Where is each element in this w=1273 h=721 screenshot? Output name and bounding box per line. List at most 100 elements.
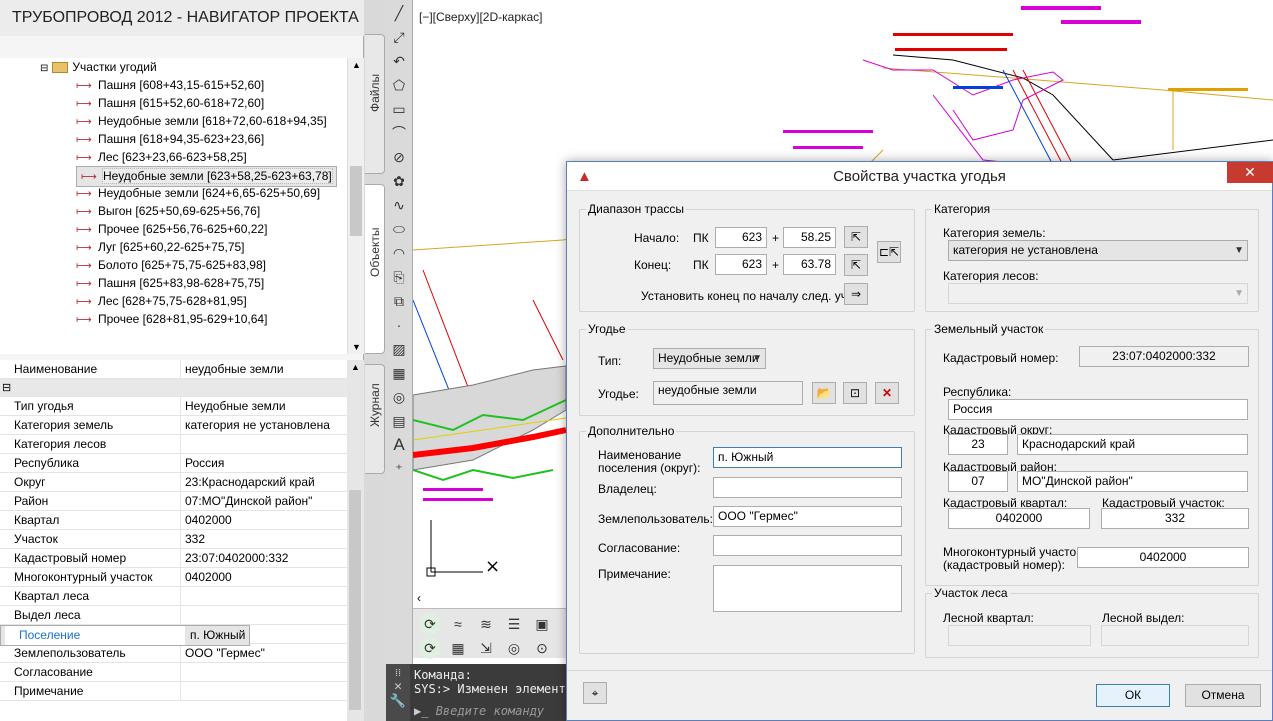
- properties-scrollbar[interactable]: ▲: [347, 360, 364, 721]
- region-name-input[interactable]: МО"Динской район": [1017, 471, 1248, 492]
- property-value[interactable]: 0402000: [181, 511, 347, 529]
- report-icon[interactable]: ▣: [531, 613, 553, 635]
- tab-objects[interactable]: Объекты: [365, 184, 385, 354]
- start-pk-input[interactable]: 623: [715, 227, 767, 248]
- tree-scroll-thumb[interactable]: [350, 166, 362, 236]
- property-value[interactable]: ООО "Гермес": [181, 644, 347, 662]
- pick-start-button[interactable]: ⇱: [844, 226, 868, 248]
- table-icon[interactable]: ▤: [388, 410, 410, 432]
- property-value[interactable]: 23:Краснодарский край: [181, 473, 347, 491]
- rectangle-icon[interactable]: ▭: [388, 98, 410, 120]
- start-plus-input[interactable]: 58.25: [783, 227, 836, 248]
- collapse-icon[interactable]: ⊟: [40, 63, 48, 74]
- collapse-icon[interactable]: ⊟: [0, 379, 11, 396]
- target-icon[interactable]: ◎: [503, 637, 525, 659]
- cadastral-quarter-input[interactable]: 0402000: [948, 508, 1090, 529]
- end-plus-input[interactable]: 63.78: [783, 254, 836, 275]
- revcloud-icon[interactable]: ✿: [388, 170, 410, 192]
- land-user-input[interactable]: ООО "Гермес": [713, 506, 902, 527]
- district-code-input[interactable]: 23: [948, 434, 1008, 455]
- land-name-field[interactable]: неудобные земли: [653, 381, 803, 405]
- owner-input[interactable]: [713, 477, 902, 498]
- property-row[interactable]: Категория земель категория не установлена: [0, 416, 347, 435]
- settings-icon[interactable]: ⊙: [531, 637, 553, 659]
- grip-icon[interactable]: ⁞⁞: [386, 666, 410, 679]
- wrench-icon[interactable]: 🔧: [386, 694, 410, 709]
- pick-range-button[interactable]: ⊏⇱: [877, 241, 901, 263]
- layers-icon[interactable]: ☰: [503, 613, 525, 635]
- circle-icon[interactable]: ⊘: [388, 146, 410, 168]
- note-textarea[interactable]: [713, 565, 902, 612]
- property-value[interactable]: п. Южный: [186, 626, 245, 645]
- property-row[interactable]: Тип угодья Неудобные земли: [0, 397, 347, 416]
- forest-section-input[interactable]: [1101, 625, 1249, 646]
- tree-item[interactable]: ⟼ Болото [625+75,75-625+83,98]: [76, 256, 347, 274]
- property-row[interactable]: Многоконтурный участок 0402000: [0, 568, 347, 587]
- forest-category-select[interactable]: ▼: [948, 283, 1248, 304]
- tab-files[interactable]: Файлы: [365, 34, 385, 174]
- property-row[interactable]: Землепользователь ООО "Гермес": [0, 644, 347, 663]
- property-section[interactable]: ⊟: [0, 379, 347, 397]
- command-input[interactable]: ▶_ Введите команду: [414, 704, 544, 718]
- cadastral-lot-input[interactable]: 332: [1101, 508, 1249, 529]
- property-value[interactable]: 0402000: [181, 568, 347, 586]
- property-row[interactable]: Примечание: [0, 682, 347, 701]
- property-row[interactable]: Квартал 0402000: [0, 511, 347, 530]
- property-row[interactable]: Участок 332: [0, 530, 347, 549]
- property-row[interactable]: Выдел леса: [0, 606, 347, 625]
- cancel-button[interactable]: Отмена: [1185, 684, 1261, 707]
- tree-folder-land-plots[interactable]: ⊟ Участки угодий: [0, 58, 347, 76]
- open-folder-button[interactable]: 📂: [812, 382, 836, 404]
- tree-item[interactable]: ⟼ Неудобные земли [618+72,60-618+94,35]: [76, 112, 347, 130]
- property-value[interactable]: 07:МО"Динской район": [181, 492, 347, 510]
- tab-journal[interactable]: Журнал: [365, 364, 385, 474]
- settlement-input[interactable]: п. Южный: [713, 447, 902, 468]
- polygon-icon[interactable]: ⬠: [388, 74, 410, 96]
- make-block-icon[interactable]: ⧉: [388, 290, 410, 312]
- ellipse-arc-icon[interactable]: ◠: [388, 242, 410, 264]
- hatch-icon[interactable]: ▨: [388, 338, 410, 360]
- property-row[interactable]: Кадастровый номер 23:07:0402000:332: [0, 549, 347, 568]
- tree-item[interactable]: ⟼ Прочее [625+56,76-625+60,22]: [76, 220, 347, 238]
- route-edit-icon[interactable]: ≋: [475, 613, 497, 635]
- text-icon[interactable]: A: [388, 434, 410, 456]
- republic-input[interactable]: Россия: [948, 399, 1248, 420]
- select-object-button[interactable]: ⊡: [843, 382, 867, 404]
- point-icon[interactable]: ·: [388, 314, 410, 336]
- tree-item[interactable]: ⟼ Лес [628+75,75-628+81,95]: [76, 292, 347, 310]
- add-selected-icon[interactable]: ⁺: [388, 458, 410, 480]
- land-type-select[interactable]: Неудобные земли ▼: [653, 348, 766, 369]
- close-icon[interactable]: ✕: [386, 679, 410, 694]
- export-icon[interactable]: ⇲: [475, 637, 497, 659]
- property-row[interactable]: Категория лесов: [0, 435, 347, 454]
- property-value[interactable]: [181, 663, 347, 681]
- close-button[interactable]: ✕: [1227, 162, 1273, 183]
- route-icon[interactable]: ≈: [447, 613, 469, 635]
- property-row[interactable]: Республика Россия: [0, 454, 347, 473]
- property-row[interactable]: Поселение п. Южный: [0, 625, 251, 646]
- scroll-left-icon[interactable]: ‹: [417, 591, 421, 605]
- spline-icon[interactable]: ∿: [388, 194, 410, 216]
- multicontour-input[interactable]: 0402000: [1077, 547, 1249, 568]
- tree-item[interactable]: ⟼ Луг [625+60,22-625+75,75]: [76, 238, 347, 256]
- property-row[interactable]: Согласование: [0, 663, 347, 682]
- district-name-input[interactable]: Краснодарский край: [1017, 434, 1248, 455]
- property-row[interactable]: Округ 23:Краснодарский край: [0, 473, 347, 492]
- ellipse-icon[interactable]: ⬭: [388, 218, 410, 240]
- property-row[interactable]: Квартал леса: [0, 587, 347, 606]
- polyline-icon[interactable]: ⤢: [388, 26, 410, 48]
- line-icon[interactable]: ╱: [388, 2, 410, 24]
- scroll-up-icon[interactable]: ▲: [351, 362, 360, 372]
- approval-input[interactable]: [713, 535, 902, 556]
- tree-item[interactable]: ⟼ Пашня [625+83,98-628+75,75]: [76, 274, 347, 292]
- property-value[interactable]: неудобные земли: [181, 360, 347, 378]
- insert-block-icon[interactable]: ⎘: [388, 266, 410, 288]
- pick-end-button[interactable]: ⇱: [844, 254, 868, 276]
- property-value[interactable]: Неудобные земли: [181, 397, 347, 415]
- tree-scrollbar[interactable]: ▲ ▼: [347, 58, 364, 354]
- tree-item[interactable]: ⟼ Прочее [628+81,95-629+10,64]: [76, 310, 347, 328]
- property-value[interactable]: [181, 435, 347, 453]
- region-icon[interactable]: ◎: [388, 386, 410, 408]
- property-value[interactable]: [181, 606, 347, 624]
- arc-icon[interactable]: ⌒: [388, 122, 410, 144]
